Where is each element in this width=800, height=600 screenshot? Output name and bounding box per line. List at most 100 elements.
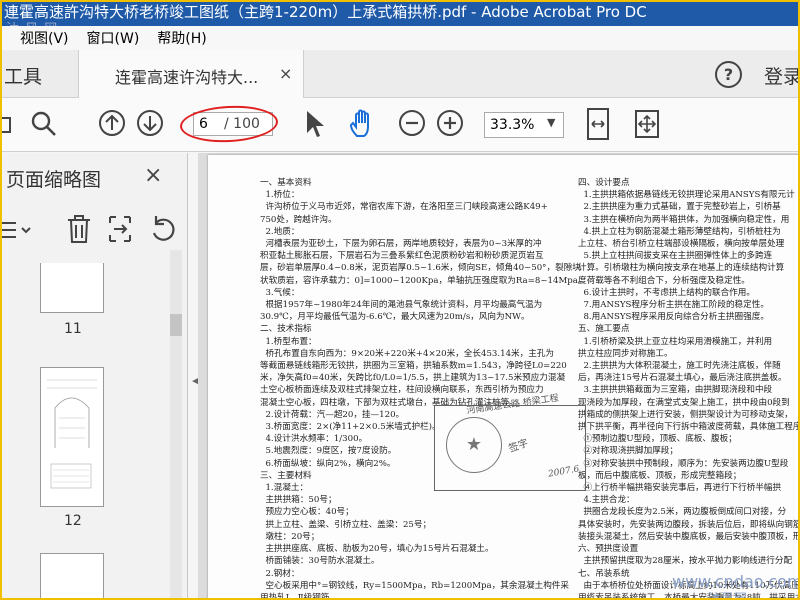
document-text-line: 具体安装时，先安装两边腹段，拆装后位后，即将纵向钢筋 bbox=[578, 519, 798, 530]
document-text-line: 状软质岩，容许承载力：0]=1000~1200Kpa，单轴抗压强度取为Ra=8~… bbox=[260, 275, 587, 286]
document-text-line: 上立柱、桥台引桥立柱端部设横隔板，横向按单层处理 bbox=[578, 239, 785, 250]
document-text-line: 装接头混凝土，然后安装中腹底板，最后安装中腹顶板，形 bbox=[578, 531, 798, 542]
menu-bar: 视图(V) 窗口(W) 帮助(H) bbox=[2, 26, 798, 50]
page-thumbnail-11[interactable] bbox=[40, 263, 104, 313]
document-text-line: 拱箱成的侧拱架上进行安装，侧拱架设计为可移动支架， bbox=[578, 409, 793, 420]
page-down-icon[interactable] bbox=[136, 109, 164, 137]
extract-pages-icon[interactable] bbox=[106, 213, 134, 245]
document-text-line: 4.主拱合龙： bbox=[578, 495, 635, 506]
document-text-line: 计算。引桥墩柱为横向按支承在地基上的连续结构计算 bbox=[578, 263, 785, 274]
select-cursor-icon[interactable] bbox=[304, 109, 326, 139]
document-text-line: 根据1957年~1980年24年间的渑池县气象统计资料，月平均最高气温为 bbox=[260, 300, 543, 311]
menu-window[interactable]: 窗口(W) bbox=[87, 28, 140, 48]
toolbar: / 100 33.3% ▼ bbox=[2, 98, 798, 152]
fit-page-icon[interactable] bbox=[584, 107, 612, 141]
menu-help[interactable]: 帮助(H) bbox=[157, 28, 206, 48]
login-button[interactable]: 登录 bbox=[764, 62, 798, 89]
window-title: 連霍高速許沟特大桥老桥竣工图纸（主跨1-220m）上承式箱拱桥.pdf - Ad… bbox=[2, 2, 798, 26]
document-text-line: 主拱拱座底、底板、肋板为20号，填心为15号片石混凝土。 bbox=[260, 544, 494, 555]
tab-document-label: 连霍高速许沟特大... bbox=[115, 68, 259, 87]
document-text-line: 积亚黏土膨胀石层，下层岩石为三叠系紫红色泥质粉砂岩和粉砂质泥页岩互 bbox=[260, 251, 544, 262]
document-text-line: 许沟桥位于义马市近郊，常宿农库下游，在洛阳至三门峡段高速公路K49+ bbox=[260, 202, 548, 213]
document-text-line: 3.气候： bbox=[260, 287, 300, 298]
document-text-line: 用热轧Ⅰ、Ⅱ级钢筋。 bbox=[260, 592, 338, 600]
document-text-line: 度荷载等各不利组合下，分析强度及稳定性。 bbox=[578, 275, 750, 286]
document-text-line: 30.9℃，月平均最低气温为-6.6℃，最大风速为20m/s，风向为NW。 bbox=[260, 312, 530, 323]
zoom-in-icon[interactable] bbox=[436, 109, 464, 137]
menu-view[interactable]: 视图(V) bbox=[20, 28, 69, 48]
document-text-line: 8.用ANSYS程序采用反向综合分析主拱圈强度。 bbox=[578, 312, 769, 323]
document-text-line: 板，而后中腹底板、顶板，形成完整箱段； bbox=[578, 470, 742, 481]
document-text-line: 3.主拱在横桥向为两半箱拱体，为加强横向稳定性，用 bbox=[578, 214, 790, 225]
document-text-line: 拱立柱应同步对称施工。 bbox=[578, 348, 673, 359]
document-text-line: 拱圈合龙段长度为2.5米，两边腹板倒成间口对接，分 bbox=[578, 507, 787, 518]
full-screen-icon[interactable] bbox=[632, 107, 662, 141]
panel-close-icon[interactable]: × bbox=[144, 163, 162, 188]
tab-close-icon[interactable]: × bbox=[279, 64, 292, 83]
page-right-column: 四、设计要点 1.主拱拱箱依据悬链线无铰拱理论采用ANSYS有限元计 2.主拱拱… bbox=[578, 177, 798, 598]
document-text-line: 2.主拱拱座为重力式基础，置于完整砂岩上，引桥基 bbox=[578, 202, 781, 213]
document-text-line: 6.设计主拱时，不考虑拱上结构的联合作用。 bbox=[578, 287, 755, 298]
document-text-line: 2.钢材： bbox=[260, 568, 300, 579]
thumbnail-scrollbar-thumb[interactable] bbox=[170, 314, 182, 336]
document-text-line: 主拱预留拱度取为28厘米，按水平抛力影响线进行分配 bbox=[578, 556, 793, 567]
document-text-line: 墩柱：20号； bbox=[260, 531, 320, 542]
chevron-down-icon: ▼ bbox=[547, 116, 556, 129]
document-text-line: 四、设计要点 bbox=[578, 178, 630, 188]
print-icon[interactable] bbox=[2, 112, 12, 138]
document-text-line: 3.主拱拱拱箱截面为三室箱，由拱脚现浇段和中段 bbox=[578, 385, 773, 396]
zoom-out-icon[interactable] bbox=[398, 109, 426, 137]
document-text-line: 预应力空心板：40号； bbox=[260, 507, 354, 518]
page-up-icon[interactable] bbox=[98, 109, 126, 137]
document-text-line: 米，净矢高f0=40米，矢跨比f0/L0=1/5.5，拱上建筑为13~17.5米… bbox=[260, 373, 566, 384]
page-thumbnails-panel: 页面缩略图 × 11 12 bbox=[2, 153, 188, 598]
document-text-line: 土空心板桥面连续及双柱式排架立柱，柱间设横向联系，东西引桥为预应力 bbox=[260, 385, 544, 396]
thumbnail-label-12: 12 bbox=[64, 513, 82, 529]
panel-title: 页面缩略图 bbox=[6, 169, 102, 191]
thumbnail-label-11: 11 bbox=[64, 321, 82, 337]
thumbnail-scrollbar[interactable] bbox=[170, 250, 182, 598]
thumbnail-menu-icon[interactable] bbox=[2, 215, 36, 245]
document-text-line: 五、施工要点 bbox=[578, 324, 630, 335]
document-text-line: 拱下拱平衡，再半径向下行拆中箱波度荷载，具体施工程序 bbox=[578, 422, 798, 433]
help-icon[interactable]: ? bbox=[715, 61, 742, 88]
document-text-line: ①预制边腹U型段，顶板、底板、腹板； bbox=[578, 434, 737, 445]
document-text-line: 桥面铺装：30号防水混凝土。 bbox=[260, 556, 380, 567]
zoom-value: 33.3% bbox=[490, 117, 535, 133]
tab-document[interactable]: 连霍高速许沟特大... × bbox=[78, 50, 304, 98]
tab-tools[interactable]: 工具 bbox=[4, 62, 42, 89]
document-text-line: 拱上立柱、盖梁、引桥立柱、盖梁：25号； bbox=[260, 519, 432, 530]
page-thumbnail-13[interactable] bbox=[40, 553, 104, 598]
document-text-line: 桥孔布置自东向西为：9×20米+220米+4×20米，全长453.14米，主孔为 bbox=[260, 348, 555, 359]
hand-tool-icon[interactable] bbox=[347, 108, 379, 140]
pdf-page: 一、基本资料 1.桥位： 许沟桥位于义马市近郊，常宿农库下游，在洛阳至三门峡段高… bbox=[208, 155, 798, 600]
acrobat-window: 連霍高速許沟特大桥老桥竣工图纸（主跨1-220m）上承式箱拱桥.pdf - Ad… bbox=[0, 0, 800, 600]
document-text-line: 7.用ANSYS程序分析主拱在施工阶段的稳定性。 bbox=[578, 300, 769, 311]
document-text-line: 5.拱上立柱拱间拔支采在主拱圈弹性体上的多跨连 bbox=[578, 251, 773, 262]
page-thumbnail-12[interactable] bbox=[40, 367, 104, 507]
document-text-line: ②对称现浇拱脚加厚段； bbox=[578, 446, 678, 457]
document-text-line: 1.桥型布置： bbox=[260, 336, 317, 347]
document-text-line: 现浇段为加厚段，在满堂式支架上施工，拱中段由0段到 bbox=[578, 397, 790, 408]
document-text-line: 750处，跨越许沟。 bbox=[260, 214, 337, 225]
tab-bar: 工具 连霍高速许沟特大... × ? 登录 bbox=[2, 50, 798, 98]
document-text-line: 空心板采用中°=钢铰线，Ry=1500Mpa，Rb=1200Mpa，其余混凝土构… bbox=[260, 580, 569, 591]
zoom-dropdown[interactable]: 33.3% ▼ bbox=[484, 112, 564, 138]
document-text-line: 1.桥位： bbox=[260, 190, 300, 201]
watermark-bottom-secondary: 沐风网 bbox=[708, 592, 748, 600]
document-text-line: 后，再浇注15号片石混凝土填心，最后浇注底拱盖板。 bbox=[578, 373, 787, 384]
document-text-line: 二、技术指标 bbox=[260, 324, 312, 335]
document-text-line: 六、预拱度设置 bbox=[578, 544, 639, 555]
thumbnail-drawing bbox=[47, 379, 97, 489]
document-text-line: 等截面悬链线箱形无铰拱，拱圈为三室箱，拱轴系数m=1.543，净跨径L0=220 bbox=[260, 361, 567, 372]
document-text-line: 4.拱上立柱为钢筋混凝土箱形薄壁结构，引桥桩柱为 bbox=[578, 226, 781, 237]
document-text-line: 1.主拱拱箱依据悬链线无铰拱理论采用ANSYS有限元计 bbox=[578, 190, 795, 201]
document-text-line: 主拱拱箱：50号； bbox=[260, 495, 337, 506]
search-icon[interactable] bbox=[30, 110, 58, 138]
document-text-line: 2.主拱拱为大体积混凝土，施工时先浇注底板，伴随 bbox=[578, 361, 781, 372]
trash-icon[interactable] bbox=[64, 213, 94, 245]
official-seal: ★ bbox=[446, 417, 502, 473]
document-view[interactable]: 一、基本资料 1.桥位： 许沟桥位于义马市近郊，常宿农库下游，在洛阳至三门峡段高… bbox=[198, 153, 798, 600]
rotate-icon[interactable] bbox=[148, 213, 178, 245]
page-left-column: 一、基本资料 1.桥位： 许沟桥位于义马市近郊，常宿农库下游，在洛阳至三门峡段高… bbox=[260, 177, 587, 600]
